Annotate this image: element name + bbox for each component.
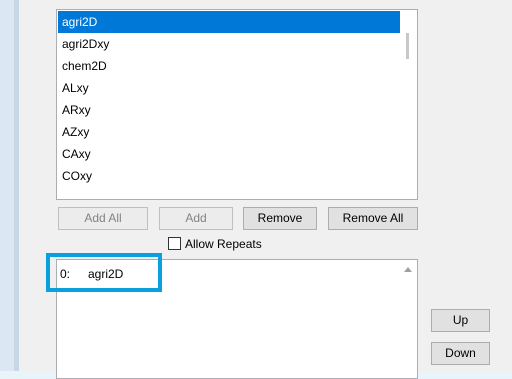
remove-all-button[interactable]: Remove All bbox=[328, 207, 418, 230]
table-row[interactable]: 0: agri2D bbox=[60, 264, 123, 284]
allow-repeats-label: Allow Repeats bbox=[185, 237, 262, 251]
row-index: 0: bbox=[60, 267, 71, 281]
list-item[interactable]: agri2Dxy bbox=[58, 33, 400, 55]
add-all-button[interactable]: Add All bbox=[58, 207, 148, 230]
add-button[interactable]: Add bbox=[159, 207, 233, 230]
allow-repeats-checkbox[interactable] bbox=[168, 237, 181, 250]
target-list[interactable]: 0: agri2D bbox=[56, 259, 418, 379]
source-list-scrollbar[interactable] bbox=[400, 11, 416, 198]
up-button[interactable]: Up bbox=[431, 309, 490, 332]
list-item[interactable]: AZxy bbox=[58, 121, 400, 143]
source-list[interactable]: agri2D agri2Dxy chem2D ALxy ARxy AZxy CA… bbox=[56, 9, 418, 200]
scrollbar-thumb[interactable] bbox=[406, 33, 409, 59]
list-item[interactable]: agri2D bbox=[58, 11, 400, 33]
list-item[interactable]: chem2D bbox=[58, 55, 400, 77]
remove-button[interactable]: Remove bbox=[243, 207, 317, 230]
scroll-up-arrow-icon[interactable] bbox=[404, 267, 412, 272]
list-item[interactable]: CAxy bbox=[58, 143, 400, 165]
panel-border bbox=[14, 0, 19, 371]
list-item[interactable]: ALxy bbox=[58, 77, 400, 99]
source-list-rows: agri2D agri2Dxy chem2D ALxy ARxy AZxy CA… bbox=[58, 11, 400, 187]
list-item[interactable]: ARxy bbox=[58, 99, 400, 121]
list-item[interactable]: COxy bbox=[58, 165, 400, 187]
background-strip bbox=[0, 0, 14, 371]
down-button[interactable]: Down bbox=[431, 342, 490, 365]
row-name: agri2D bbox=[88, 267, 124, 281]
target-list-scrollbar[interactable] bbox=[400, 261, 416, 377]
